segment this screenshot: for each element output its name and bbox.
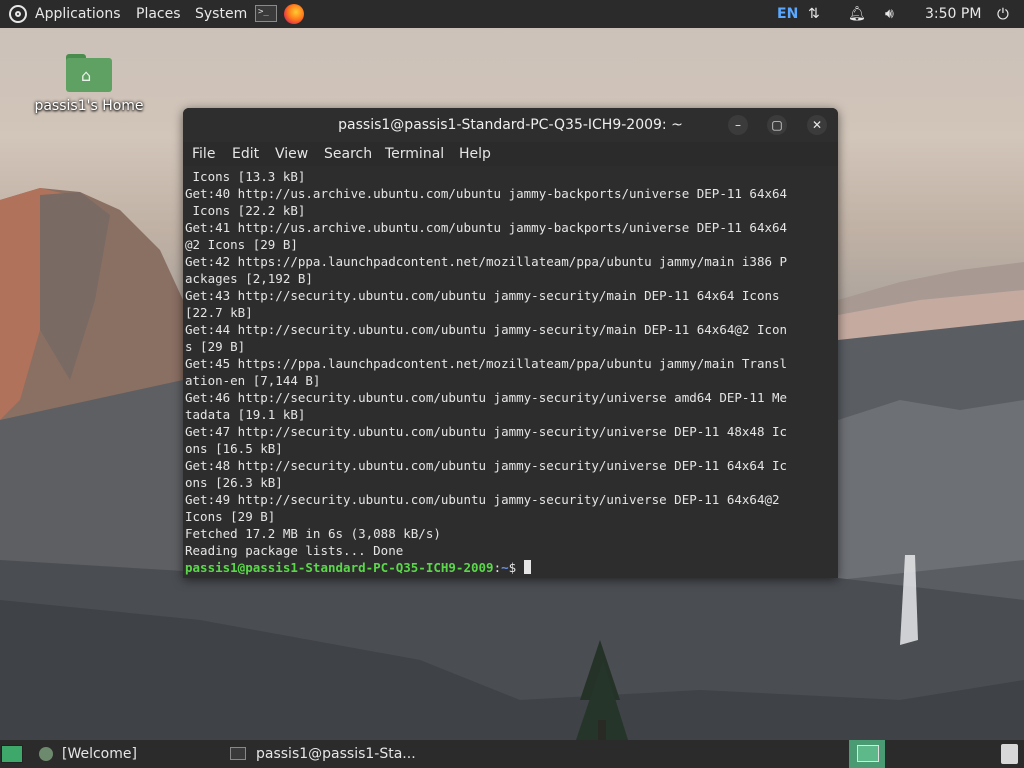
maximize-button[interactable]: ▢ bbox=[767, 115, 787, 135]
close-button[interactable]: ✕ bbox=[807, 115, 827, 135]
prompt-path: ~ bbox=[501, 560, 509, 575]
applications-menu[interactable]: Applications bbox=[35, 0, 121, 28]
menu-search[interactable]: Search bbox=[324, 145, 372, 163]
output-line: Icons [13.3 kB] bbox=[185, 169, 306, 184]
ubuntu-logo-icon[interactable] bbox=[9, 5, 27, 23]
places-menu[interactable]: Places bbox=[136, 0, 181, 28]
output-line: ons [16.5 kB] bbox=[185, 441, 283, 456]
minimize-button[interactable]: – bbox=[728, 115, 748, 135]
clock[interactable]: 3:50 PM bbox=[925, 0, 981, 28]
window-titlebar[interactable]: passis1@passis1-Standard-PC-Q35-ICH9-200… bbox=[183, 108, 838, 142]
workspace-1[interactable] bbox=[857, 745, 879, 762]
terminal-output: Icons [13.3 kB] Get:40 http://us.archive.… bbox=[185, 168, 825, 576]
terminal-task-icon bbox=[230, 747, 246, 760]
output-line: tadata [19.1 kB] bbox=[185, 407, 306, 422]
output-line: Get:47 http://security.ubuntu.com/ubuntu… bbox=[185, 424, 788, 439]
prompt-line[interactable]: passis1@passis1-Standard-PC-Q35-ICH9-200… bbox=[185, 559, 825, 576]
output-line: Get:44 http://security.ubuntu.com/ubuntu… bbox=[185, 322, 788, 337]
output-line: Get:48 http://security.ubuntu.com/ubuntu… bbox=[185, 458, 788, 473]
menu-file[interactable]: File bbox=[192, 145, 215, 163]
output-line: Get:46 http://security.ubuntu.com/ubuntu… bbox=[185, 390, 788, 405]
home-icon: ⌂ bbox=[81, 66, 92, 85]
output-line: @2 Icons [29 B] bbox=[185, 237, 298, 252]
firefox-launcher-icon[interactable] bbox=[284, 4, 304, 24]
output-line: Get:49 http://security.ubuntu.com/ubuntu… bbox=[185, 492, 780, 507]
show-desktop-button[interactable] bbox=[1, 745, 23, 763]
taskbar-item-terminal[interactable]: passis1@passis1-Sta... bbox=[256, 740, 416, 768]
menu-help[interactable]: Help bbox=[459, 145, 491, 163]
bottom-panel: [Welcome] passis1@passis1-Sta... bbox=[0, 740, 1024, 768]
output-line: s [29 B] bbox=[185, 339, 246, 354]
output-line: [22.7 kB] bbox=[185, 305, 253, 320]
keyboard-layout-indicator[interactable]: EN bbox=[777, 0, 798, 28]
home-folder-desktop-icon[interactable]: ⌂ passis1's Home bbox=[30, 50, 148, 114]
menu-view[interactable]: View bbox=[275, 145, 308, 163]
top-panel: Applications Places System >_ EN ⇅ 🔔︎ 🔊︎… bbox=[0, 0, 1024, 28]
terminal-window: passis1@passis1-Standard-PC-Q35-ICH9-200… bbox=[183, 108, 838, 578]
output-line: Get:41 http://us.archive.ubuntu.com/ubun… bbox=[185, 220, 788, 235]
network-icon[interactable]: ⇅ bbox=[808, 0, 820, 28]
terminal-launcher-icon[interactable]: >_ bbox=[255, 5, 277, 22]
menu-edit[interactable]: Edit bbox=[232, 145, 259, 163]
menu-terminal[interactable]: Terminal bbox=[385, 145, 444, 163]
taskbar-item-welcome[interactable]: [Welcome] bbox=[62, 740, 137, 768]
output-line: ackages [2,192 B] bbox=[185, 271, 313, 286]
output-line: Reading package lists... Done bbox=[185, 543, 404, 558]
notification-bell-icon[interactable]: 🔔︎ bbox=[848, 0, 866, 28]
system-menu[interactable]: System bbox=[195, 0, 247, 28]
output-line: Get:40 http://us.archive.ubuntu.com/ubun… bbox=[185, 186, 788, 201]
text-cursor bbox=[523, 560, 531, 574]
output-line: ation-en [7,144 B] bbox=[185, 373, 321, 388]
home-folder-label: passis1's Home bbox=[34, 98, 144, 114]
folder-icon: ⌂ bbox=[66, 54, 112, 92]
output-line: Icons [22.2 kB] bbox=[185, 203, 306, 218]
power-icon[interactable]: ⏻ bbox=[997, 0, 1009, 28]
output-line: Icons [29 B] bbox=[185, 509, 276, 524]
output-line: Get:45 https://ppa.launchpadcontent.net/… bbox=[185, 356, 788, 371]
output-line: Fetched 17.2 MB in 6s (3,088 kB/s) bbox=[185, 526, 441, 541]
terminal-screen[interactable]: Icons [13.3 kB] Get:40 http://us.archive.… bbox=[183, 166, 838, 578]
output-line: Get:42 https://ppa.launchpadcontent.net/… bbox=[185, 254, 788, 269]
welcome-app-icon bbox=[39, 747, 53, 761]
volume-icon[interactable]: 🔊︎ bbox=[885, 0, 894, 28]
prompt-user-host: passis1@passis1-Standard-PC-Q35-ICH9-200… bbox=[185, 560, 494, 575]
prompt-symbol: $ bbox=[508, 560, 517, 575]
output-line: ons [26.3 kB] bbox=[185, 475, 283, 490]
prompt-separator: : bbox=[493, 560, 502, 575]
menu-bar: File Edit View Search Terminal Help bbox=[183, 142, 838, 166]
output-line: Get:43 http://security.ubuntu.com/ubuntu… bbox=[185, 288, 780, 303]
trash-icon[interactable] bbox=[1001, 744, 1018, 764]
